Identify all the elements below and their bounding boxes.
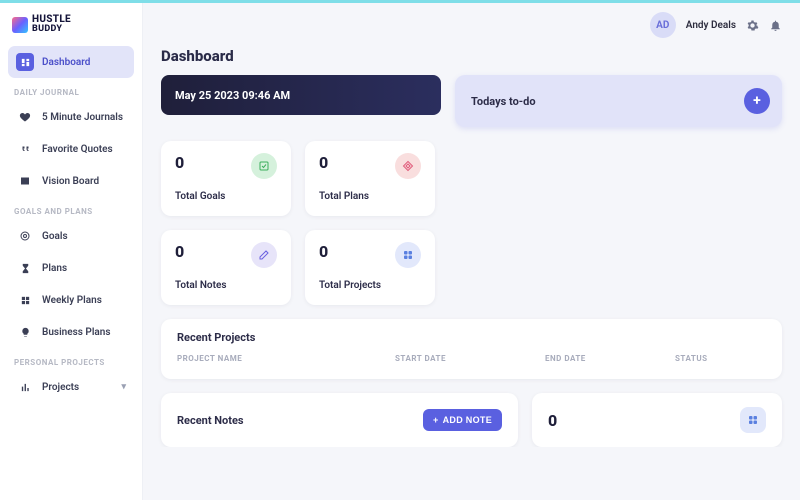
datetime-card: May 25 2023 09:46 AM (161, 75, 441, 115)
bottom-stat-card[interactable]: 0 (532, 393, 782, 447)
stat-value: 0 (319, 242, 328, 261)
add-note-button[interactable]: + ADD NOTE (423, 409, 502, 431)
todo-title: Todays to-do (471, 95, 536, 108)
stats-grid: 0 Total Goals 0 Total Plans (161, 141, 782, 305)
target-icon (16, 227, 34, 245)
stat-card-goals[interactable]: 0 Total Goals (161, 141, 291, 216)
sidebar-section-daily: DAILY JOURNAL (8, 78, 134, 101)
sidebar-item-journals[interactable]: 5 Minute Journals (8, 101, 134, 133)
apps-icon (395, 242, 421, 268)
sidebar-item-dashboard[interactable]: Dashboard (8, 46, 134, 78)
quote-icon (16, 140, 34, 158)
sidebar-section-goals: GOALS AND PLANS (8, 197, 134, 220)
sidebar-label: Favorite Quotes (42, 144, 113, 155)
stat-label: Total Projects (319, 280, 421, 291)
username: Andy Deals (686, 20, 736, 31)
sidebar-item-goals[interactable]: Goals (8, 220, 134, 252)
hourglass-icon (16, 259, 34, 277)
sidebar-label: Vision Board (42, 176, 99, 187)
datetime-value: May 25 2023 09:46 AM (175, 89, 290, 102)
recent-notes-panel: Recent Notes + ADD NOTE (161, 393, 518, 447)
stat-label: Total Goals (175, 191, 277, 202)
sidebar-label: Projects (42, 382, 79, 393)
sidebar-label: Dashboard (42, 57, 90, 68)
plus-icon: + (433, 415, 439, 425)
bell-icon[interactable] (769, 19, 782, 32)
sidebar-label: Plans (42, 263, 67, 274)
panel-title: Recent Notes (177, 414, 244, 427)
add-note-label: ADD NOTE (443, 415, 492, 425)
stat-card-projects[interactable]: 0 Total Projects (305, 230, 435, 305)
sidebar-item-business-plans[interactable]: Business Plans (8, 316, 134, 348)
sidebar-label: Goals (42, 231, 68, 242)
heart-icon (16, 108, 34, 126)
sidebar-label: Weekly Plans (42, 295, 102, 306)
sidebar: HUSTLE BUDDY Dashboard DAILY JOURNAL 5 M… (0, 3, 143, 500)
sidebar-section-projects: PERSONAL PROJECTS (8, 348, 134, 371)
sidebar-item-plans[interactable]: Plans (8, 252, 134, 284)
sidebar-label: Business Plans (42, 327, 111, 338)
recent-projects-panel: Recent Projects PROJECT NAME START DATE … (161, 319, 782, 379)
stat-value: 0 (175, 153, 184, 172)
todo-card: Todays to-do + (455, 75, 782, 127)
stat-value: 0 (175, 242, 184, 261)
col-status: STATUS (675, 354, 766, 363)
sidebar-item-vision[interactable]: Vision Board (8, 165, 134, 197)
sidebar-item-weekly-plans[interactable]: Weekly Plans (8, 284, 134, 316)
add-todo-button[interactable]: + (744, 88, 770, 114)
logo-text: HUSTLE BUDDY (32, 15, 71, 34)
stat-label: Total Plans (319, 191, 421, 202)
settings-icon[interactable] (746, 19, 759, 32)
topbar: AD Andy Deals (143, 3, 800, 47)
stat-card-notes[interactable]: 0 Total Notes (161, 230, 291, 305)
chart-icon (16, 378, 34, 396)
apps-icon (740, 407, 766, 433)
page-title: Dashboard (161, 47, 782, 65)
stat-card-plans[interactable]: 0 Total Plans (305, 141, 435, 216)
sidebar-item-quotes[interactable]: Favorite Quotes (8, 133, 134, 165)
grid-icon (16, 291, 34, 309)
col-start-date: START DATE (395, 354, 545, 363)
bulb-icon (16, 323, 34, 341)
dashboard-icon (16, 53, 34, 71)
logo-mark-icon (12, 17, 28, 33)
logo: HUSTLE BUDDY (8, 13, 134, 46)
sidebar-label: 5 Minute Journals (42, 112, 123, 123)
panel-title: Recent Projects (177, 331, 766, 344)
check-icon (251, 153, 277, 179)
diamond-icon (395, 153, 421, 179)
chevron-down-icon: ▾ (121, 382, 126, 392)
sidebar-item-projects[interactable]: Projects ▾ (8, 371, 134, 403)
stat-value: 0 (548, 411, 557, 430)
edit-icon (251, 242, 277, 268)
col-project-name: PROJECT NAME (177, 354, 395, 363)
stat-value: 0 (319, 153, 328, 172)
image-icon (16, 172, 34, 190)
projects-table-header: PROJECT NAME START DATE END DATE STATUS (177, 354, 766, 363)
col-end-date: END DATE (545, 354, 675, 363)
stat-label: Total Notes (175, 280, 277, 291)
avatar[interactable]: AD (650, 12, 676, 38)
